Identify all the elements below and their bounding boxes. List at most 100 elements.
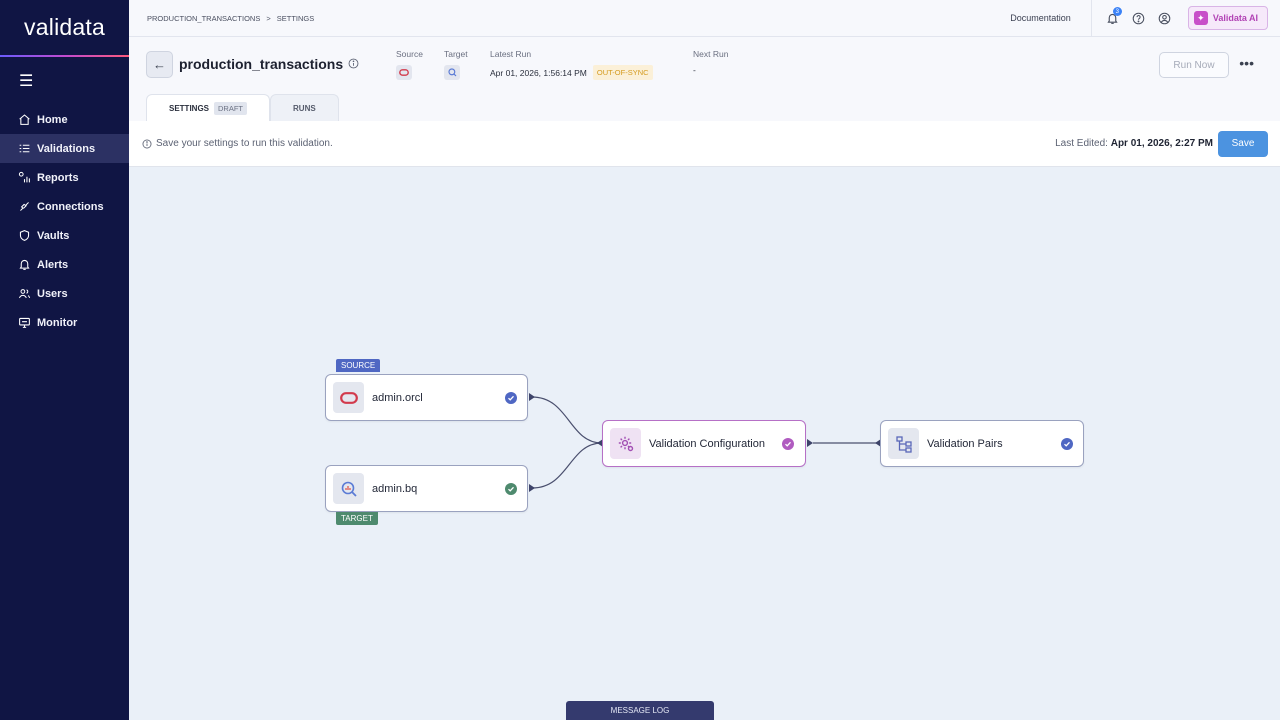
documentation-link[interactable]: Documentation	[990, 0, 1092, 36]
validata-ai-button[interactable]: ✦ Validata AI	[1187, 6, 1268, 30]
draft-badge: DRAFT	[214, 102, 248, 115]
users-icon	[19, 289, 31, 299]
latest-run-meta: Latest Run Apr 01, 2026, 1:56:14 PM OUT-…	[490, 49, 653, 80]
breadcrumb-item-settings: SETTINGS	[276, 13, 315, 23]
sidebar-item-label: Alerts	[37, 258, 69, 271]
connections-icon	[20, 202, 29, 211]
last-edited-value: Apr 01, 2026, 2:27 PM	[1110, 138, 1213, 149]
bigquery-icon	[333, 473, 364, 504]
page-title: production_transactions	[179, 56, 344, 72]
notification-count-badge: 3	[1112, 7, 1122, 16]
more-options-button[interactable]: •••	[1239, 55, 1254, 71]
target-meta: Target	[444, 49, 468, 80]
sidebar-item-label: Monitor	[37, 316, 78, 329]
sidebar-item-monitor[interactable]: Monitor	[0, 308, 129, 337]
back-button[interactable]: ←	[146, 51, 173, 78]
shield-icon	[19, 230, 30, 241]
message-log-toggle[interactable]: MESSAGE LOG	[566, 701, 714, 720]
edge-target-to-config	[531, 442, 603, 489]
info-icon	[142, 139, 152, 148]
sidebar-item-reports[interactable]: Reports	[0, 163, 129, 192]
sidebar-item-label: Vaults	[37, 229, 70, 242]
validation-pairs-node[interactable]: Validation Pairs	[880, 420, 1084, 467]
run-now-button[interactable]: Run Now	[1159, 52, 1229, 78]
next-run-value: -	[693, 65, 696, 75]
flow-canvas[interactable]: SOURCE admin.orcl admin.bq TARGET Valida…	[129, 168, 1280, 720]
sidebar-item-validations[interactable]: Validations	[0, 134, 129, 163]
target-node-label: admin.bq	[372, 482, 418, 495]
profile-button[interactable]	[1152, 5, 1178, 31]
oracle-db-icon	[396, 65, 412, 80]
monitor-icon	[19, 317, 30, 328]
sidebar-item-vaults[interactable]: Vaults	[0, 221, 129, 250]
pairs-node-label: Validation Pairs	[927, 437, 1003, 450]
next-run-label: Next Run	[693, 49, 729, 59]
source-meta: Source	[396, 49, 423, 80]
gear-settings-icon	[610, 428, 641, 459]
sidebar-item-label: Validations	[37, 142, 96, 155]
tab-settings-label: SETTINGS	[169, 104, 210, 113]
sidebar: val idata ☰ Home Validations Reports Connect…	[0, 0, 129, 720]
arrow-left-icon: ←	[153, 57, 166, 72]
sidebar-item-label: Home	[37, 113, 68, 126]
save-button[interactable]: Save	[1218, 130, 1268, 157]
notifications-button[interactable]: 3	[1100, 5, 1126, 31]
target-node[interactable]: admin.bq	[325, 465, 528, 512]
save-notice-bar: Save your settings to run this validatio…	[129, 121, 1280, 167]
save-notice-message: Save your settings to run this validatio…	[156, 138, 333, 149]
logo-text-a: val	[24, 14, 55, 40]
status-badge: OUT-OF-SYNC	[592, 65, 653, 80]
help-button[interactable]	[1126, 5, 1152, 31]
sidebar-item-users[interactable]: Users	[0, 279, 129, 308]
breadcrumb: PRODUCTION_TRANSACTIONS > SETTINGS	[147, 14, 314, 23]
checklist-icon	[19, 144, 30, 153]
bigquery-icon	[444, 65, 460, 80]
sidebar-item-alerts[interactable]: Alerts	[0, 250, 129, 279]
source-port-handle	[529, 393, 535, 401]
menu-toggle-button[interactable]: ☰	[0, 57, 129, 105]
target-tag: TARGET	[336, 512, 378, 525]
source-node[interactable]: admin.orcl	[325, 374, 528, 421]
reports-icon	[18, 171, 30, 183]
sidebar-item-label: Users	[37, 287, 68, 300]
config-node-label: Validation Configuration	[649, 437, 765, 450]
next-run-meta: Next Run -	[693, 49, 728, 75]
config-out-port-handle	[807, 439, 813, 447]
tab-bar: SETTINGS DRAFT RUNS	[146, 94, 339, 122]
bell-icon	[19, 259, 30, 270]
edge-source-to-config	[531, 396, 603, 444]
home-icon	[19, 114, 30, 125]
last-edited-label: Last Edited:	[1055, 138, 1108, 149]
validation-configuration-node[interactable]: Validation Configuration	[602, 420, 806, 467]
validation-header: ← production_transactions Source Target …	[129, 37, 1280, 122]
check-circle-icon	[505, 482, 517, 495]
sidebar-item-home[interactable]: Home	[0, 105, 129, 134]
logo-text-b: idata	[54, 14, 105, 40]
top-bar: PRODUCTION_TRANSACTIONS > SETTINGS Docum…	[129, 0, 1280, 37]
source-node-label: admin.orcl	[372, 391, 423, 404]
validata-ai-label: Validata AI	[1212, 13, 1258, 23]
oracle-db-icon	[333, 382, 364, 413]
check-circle-icon	[1061, 437, 1073, 450]
target-label: Target	[444, 49, 468, 59]
latest-run-value: Apr 01, 2026, 1:56:14 PM	[490, 67, 587, 78]
app-logo[interactable]: val idata	[0, 0, 129, 57]
sidebar-item-label: Reports	[37, 171, 79, 184]
tab-settings[interactable]: SETTINGS DRAFT	[146, 94, 271, 122]
help-icon	[1133, 12, 1145, 24]
last-edited: Last Edited: Apr 01, 2026, 2:27 PM	[1055, 138, 1213, 149]
hamburger-icon: ☰	[19, 73, 34, 90]
breadcrumb-item-production-transactions[interactable]: PRODUCTION_TRANSACTIONS	[147, 14, 260, 23]
source-label: Source	[396, 49, 423, 59]
source-tag: SOURCE	[336, 359, 381, 372]
user-circle-icon	[1159, 12, 1171, 24]
info-icon[interactable]	[348, 58, 359, 69]
sidebar-item-connections[interactable]: Connections	[0, 192, 129, 221]
hierarchy-icon	[888, 428, 919, 459]
tab-runs-label: RUNS	[293, 103, 316, 113]
check-circle-icon	[782, 437, 794, 450]
target-port-handle	[529, 484, 535, 492]
check-circle-icon	[505, 391, 517, 404]
sidebar-item-label: Connections	[37, 200, 104, 213]
tab-runs[interactable]: RUNS	[270, 94, 339, 121]
